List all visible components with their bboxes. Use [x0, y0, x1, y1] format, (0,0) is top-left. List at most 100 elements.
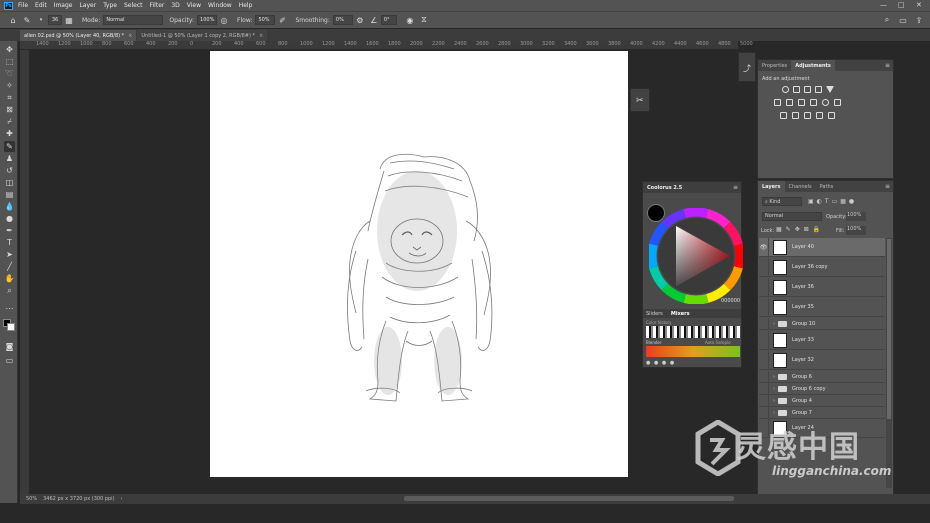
- layer-row[interactable]: 👁 Layer 40: [759, 238, 885, 257]
- chevron-right-icon[interactable]: ›: [773, 398, 775, 404]
- layer-row[interactable]: Layer 36 copy: [759, 258, 885, 277]
- color-history-strip[interactable]: [646, 326, 740, 338]
- channel-mixer-icon[interactable]: [822, 99, 829, 106]
- eye-icon[interactable]: [759, 278, 769, 296]
- workspace-icon[interactable]: ▭: [898, 15, 908, 25]
- fill-input[interactable]: 100%: [846, 226, 866, 235]
- background-color-swatch[interactable]: [7, 323, 15, 331]
- lock-icons[interactable]: ▦✎✥⊠🔒: [776, 226, 824, 233]
- screen-mode-icon[interactable]: ▭: [4, 355, 15, 366]
- search-icon[interactable]: ⌕: [882, 15, 892, 25]
- pressure-size-icon[interactable]: ◉: [405, 15, 415, 25]
- eye-icon[interactable]: [759, 298, 769, 316]
- exposure-icon[interactable]: [815, 86, 822, 93]
- hand-tool-icon[interactable]: ✋: [4, 273, 15, 284]
- blender-swatches[interactable]: ● ● ● ●: [646, 360, 675, 366]
- eye-icon[interactable]: [759, 371, 769, 382]
- brightness-icon[interactable]: [782, 86, 789, 93]
- layer-opacity-input[interactable]: 100%: [846, 212, 866, 221]
- angle-input[interactable]: 0°: [380, 15, 397, 25]
- layer-row[interactable]: Layer 32: [759, 351, 885, 370]
- panel-menu-icon[interactable]: ≡: [885, 62, 890, 69]
- invert-icon[interactable]: [780, 112, 787, 119]
- blender-gradient[interactable]: [646, 346, 740, 357]
- opacity-input[interactable]: 100%: [197, 15, 218, 25]
- threshold-icon[interactable]: [804, 112, 811, 119]
- menu-window[interactable]: Window: [208, 2, 232, 9]
- path-select-icon[interactable]: ➤: [4, 249, 15, 260]
- tab-mixers[interactable]: Mixers: [671, 311, 690, 317]
- group-row[interactable]: › Group 6: [759, 371, 885, 383]
- brush-tool-icon[interactable]: ✎: [22, 15, 32, 25]
- chevron-right-icon[interactable]: ›: [773, 321, 775, 327]
- menu-help[interactable]: Help: [239, 2, 253, 9]
- panel-menu-icon[interactable]: ≡: [733, 184, 738, 191]
- eye-icon[interactable]: [759, 407, 769, 418]
- close-icon[interactable]: ×: [128, 33, 132, 39]
- group-row[interactable]: › Group 7: [759, 407, 885, 419]
- layer-filter-select[interactable]: ⌕ Kind: [762, 197, 802, 206]
- tab-sliders[interactable]: Sliders: [646, 311, 663, 317]
- more-tools-icon[interactable]: …: [4, 301, 15, 312]
- levels-icon[interactable]: [793, 86, 800, 93]
- lasso-tool-icon[interactable]: ➰: [4, 68, 15, 79]
- selective-color-icon[interactable]: [816, 112, 823, 119]
- layer-row[interactable]: Layer 36: [759, 278, 885, 297]
- menu-view[interactable]: View: [187, 2, 201, 9]
- scissors-icon[interactable]: ✂: [636, 96, 644, 106]
- gradient-tool-icon[interactable]: ▤: [4, 189, 15, 200]
- smoothing-input[interactable]: 0%: [332, 15, 353, 25]
- minimize-button[interactable]: —: [880, 1, 887, 9]
- horizontal-scrollbar[interactable]: [404, 496, 734, 501]
- menu-edit[interactable]: Edit: [35, 2, 47, 9]
- menu-layer[interactable]: Layer: [79, 2, 96, 9]
- eyedropper-tool-icon[interactable]: ⌿: [4, 116, 15, 127]
- group-row[interactable]: › Group 10: [759, 318, 885, 330]
- pen-tool-icon[interactable]: ✒: [4, 225, 15, 236]
- hex-value[interactable]: 000000: [721, 298, 740, 304]
- menu-image[interactable]: Image: [54, 2, 73, 9]
- hue-saturation-icon[interactable]: [774, 99, 781, 106]
- quick-select-tool-icon[interactable]: ✧: [4, 80, 15, 91]
- eye-icon[interactable]: [759, 395, 769, 406]
- color-lookup-icon[interactable]: [834, 99, 841, 106]
- crop-tool-icon[interactable]: ⌗: [4, 92, 15, 103]
- eye-icon[interactable]: [759, 351, 769, 369]
- layer-filter-icons[interactable]: ▣◐T▭▦●: [808, 198, 857, 205]
- brush-size-picker[interactable]: 36: [48, 15, 62, 25]
- symmetry-icon[interactable]: ⧖: [419, 15, 429, 25]
- tab-alien[interactable]: alien 02.psd @ 50% (Layer 40, RGB/8) * ×: [20, 30, 137, 41]
- group-row[interactable]: › Group 6 copy: [759, 383, 885, 395]
- photo-filter-icon[interactable]: [810, 99, 817, 106]
- tab-paths[interactable]: Paths: [816, 181, 838, 192]
- tab-layers[interactable]: Layers: [758, 181, 785, 192]
- airbrush-icon[interactable]: ✐: [277, 15, 287, 25]
- layer-row[interactable]: Layer 33: [759, 331, 885, 350]
- eye-icon[interactable]: [759, 383, 769, 394]
- tab-channels[interactable]: Channels: [785, 181, 816, 192]
- frame-tool-icon[interactable]: ⊠: [4, 104, 15, 115]
- group-row[interactable]: › Group 4: [759, 395, 885, 407]
- tab-properties[interactable]: Properties: [758, 60, 791, 71]
- black-white-icon[interactable]: [798, 99, 805, 106]
- eye-icon[interactable]: [759, 318, 769, 329]
- history-brush-icon[interactable]: ↺: [4, 165, 15, 176]
- share-icon[interactable]: ⇪: [914, 15, 924, 25]
- line-tool-icon[interactable]: ╱: [4, 261, 15, 272]
- tab-adjustments[interactable]: Adjustments: [791, 60, 835, 71]
- color-balance-icon[interactable]: [786, 99, 793, 106]
- type-tool-icon[interactable]: T: [4, 237, 15, 248]
- curves-icon[interactable]: [804, 86, 811, 93]
- flow-input[interactable]: 50%: [255, 15, 276, 25]
- home-icon[interactable]: ⌂: [8, 15, 18, 25]
- blend-mode-select[interactable]: Normal: [762, 212, 822, 221]
- menu-3d[interactable]: 3D: [171, 2, 179, 9]
- brush-tool-icon[interactable]: ✎: [4, 141, 15, 152]
- menu-select[interactable]: Select: [124, 2, 143, 9]
- history-panel-icon[interactable]: ⤴: [743, 63, 751, 74]
- brush-settings-icon[interactable]: ▦: [64, 15, 74, 25]
- chevron-right-icon[interactable]: ›: [773, 410, 775, 416]
- chevron-down-icon[interactable]: ▾: [36, 15, 46, 25]
- tab-untitled[interactable]: Untitled-1 @ 50% (Layer 1 copy 2, RGB/8#…: [137, 30, 268, 41]
- close-button[interactable]: ✕: [916, 1, 922, 9]
